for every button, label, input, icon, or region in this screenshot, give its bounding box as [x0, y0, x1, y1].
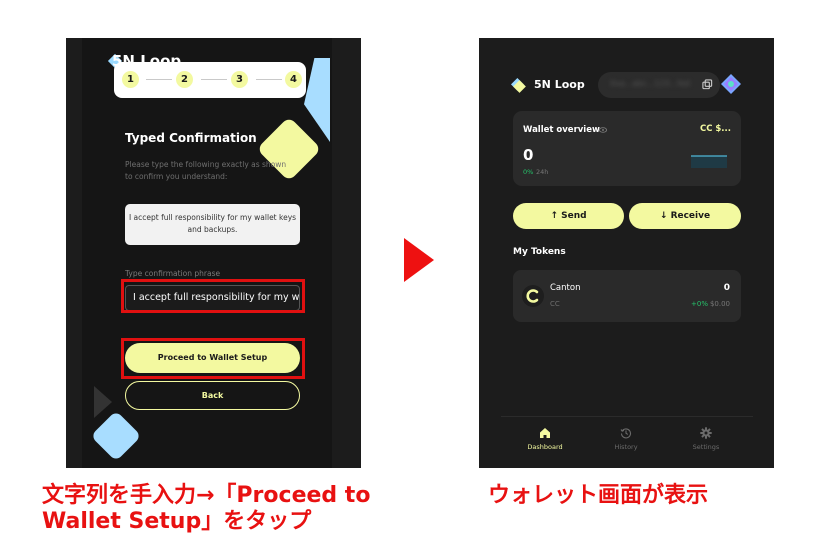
nav-settings[interactable]: Settings	[676, 427, 736, 451]
token-balance: 0	[723, 283, 730, 293]
input-label: Type confirmation phrase	[125, 269, 221, 278]
address-pill[interactable]: 0xa...abc...123...fed	[598, 72, 720, 98]
step-4: 4	[285, 71, 302, 88]
page-title: Typed Confirmation	[125, 131, 257, 145]
step-indicator: 1 2 3 4	[114, 62, 306, 98]
copy-icon[interactable]	[702, 79, 713, 90]
nav-label: Settings	[692, 443, 720, 451]
currency-selector[interactable]: CC $...	[700, 124, 731, 134]
nav-history[interactable]: History	[596, 427, 656, 451]
token-usd-value: $0.00	[709, 300, 730, 308]
nav-dashboard[interactable]: Dashboard	[515, 427, 575, 451]
token-row[interactable]: Canton CC 0 +0% $0.00	[513, 270, 741, 322]
canton-token-icon	[522, 285, 544, 307]
confirmation-phrase: I accept full responsibility for my wall…	[125, 204, 300, 245]
wallet-dashboard: 5N Loop 0xa...abc...123...fed Wallet ove…	[479, 38, 774, 468]
nav-label: Dashboard	[527, 443, 563, 451]
step-divider	[256, 79, 282, 80]
gear-icon	[700, 427, 712, 439]
token-symbol: CC	[550, 300, 560, 308]
app-logo: 5N Loop	[534, 78, 585, 91]
receive-button[interactable]: ↓ Receive	[629, 203, 741, 229]
step-divider	[201, 79, 227, 80]
wallet-balance: 0	[523, 146, 534, 164]
wallet-overview-card: Wallet overview CC $... 0 0% 24h	[513, 111, 741, 186]
send-button[interactable]: ↑ Send	[513, 203, 624, 229]
overview-title: Wallet overview	[523, 125, 600, 135]
wallet-address: 0xa...abc...123...fed	[610, 79, 691, 88]
highlight-proceed	[121, 338, 305, 379]
caption-left: 文字列を手入力→「Proceed to Wallet Setup」をタップ	[42, 483, 371, 534]
avatar[interactable]	[721, 74, 741, 94]
token-change: +0%	[691, 300, 708, 308]
logo-icon	[513, 80, 526, 93]
highlight-input	[121, 279, 305, 313]
back-button[interactable]: Back	[125, 381, 300, 410]
home-icon	[540, 428, 550, 438]
balance-period: 24h	[536, 168, 549, 176]
balance-change: 0%	[523, 168, 534, 176]
sparkline-chart	[691, 155, 727, 168]
token-name: Canton	[550, 283, 581, 293]
step-divider	[146, 79, 172, 80]
caption-right: ウォレット画面が表示	[488, 483, 709, 508]
bottom-nav: Dashboard History Settings	[501, 416, 753, 468]
nav-label: History	[614, 443, 638, 451]
step-1: 1	[122, 71, 139, 88]
confirmation-screen: 5N Loop 1 2 3 4 Typed Confirmation Pleas…	[66, 38, 361, 468]
arrow-right-icon	[404, 238, 434, 282]
instructions-text: Please type the following exactly as sho…	[125, 160, 287, 181]
tokens-heading: My Tokens	[513, 247, 566, 257]
history-icon	[620, 428, 632, 439]
step-2: 2	[176, 71, 193, 88]
step-3: 3	[231, 71, 248, 88]
eye-icon[interactable]	[599, 127, 607, 133]
